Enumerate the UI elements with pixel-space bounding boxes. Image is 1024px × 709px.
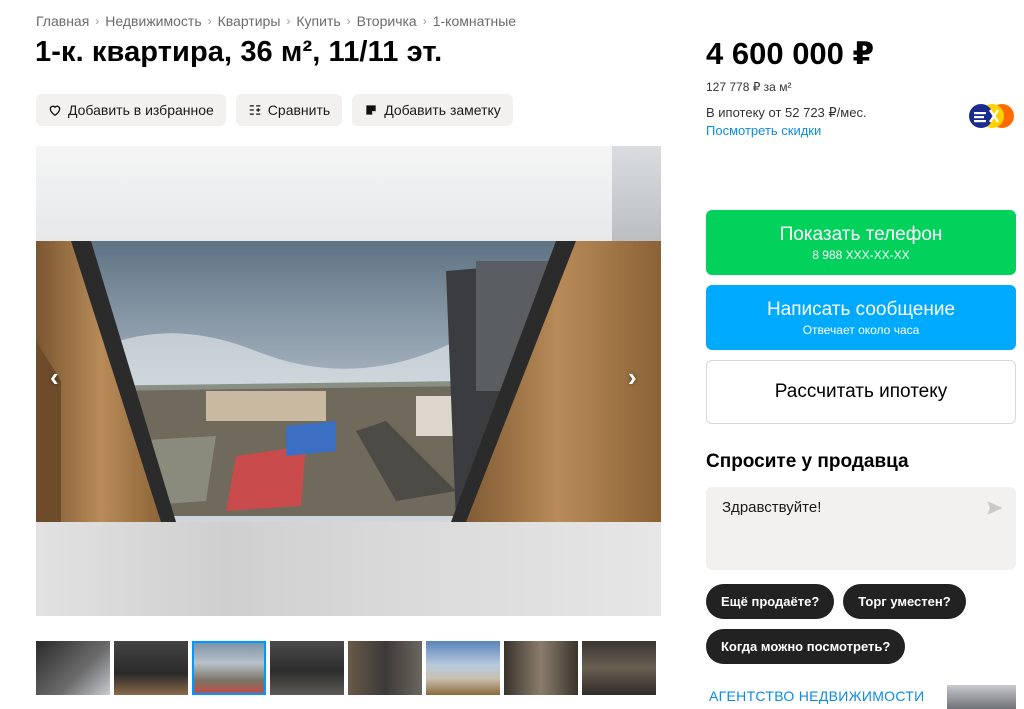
chevron-right-icon: ›	[207, 14, 212, 28]
compare-icon	[249, 105, 261, 115]
chevron-right-icon[interactable]: ›	[628, 362, 637, 393]
agency-name-link[interactable]: АГЕНТСТВО НЕДВИЖИМОСТИ	[709, 688, 925, 704]
breadcrumb-item[interactable]: Купить	[296, 13, 340, 29]
agency-avatar[interactable]	[947, 685, 1016, 709]
quick-questions: Ещё продаёте? Торг уместен? Когда можно …	[706, 584, 1018, 664]
send-icon[interactable]	[986, 499, 1004, 517]
thumbnail[interactable]	[348, 641, 422, 695]
thumbnail-strip	[36, 641, 656, 695]
quick-question-chip[interactable]: Торг уместен?	[843, 584, 966, 619]
breadcrumb-item[interactable]: Вторичка	[357, 13, 417, 29]
quick-question-chip[interactable]: Когда можно посмотреть?	[706, 629, 906, 664]
thumbnail[interactable]	[426, 641, 500, 695]
show-phone-label: Показать телефон	[779, 223, 943, 245]
seller-message-input[interactable]: Здравствуйте!	[706, 487, 1016, 570]
action-bar: Добавить в избранное Сравнить Добавить з…	[36, 94, 513, 126]
chevron-right-icon: ›	[95, 14, 100, 28]
thumbnail[interactable]	[582, 641, 656, 695]
chevron-right-icon: ›	[346, 14, 351, 28]
show-phone-button[interactable]: Показать телефон 8 988 XXX-XX-XX	[706, 210, 1016, 275]
breadcrumb: Главная › Недвижимость › Квартиры › Купить ›…	[36, 13, 516, 29]
thumbnail[interactable]	[114, 641, 188, 695]
phone-number: 8 988 XXX-XX-XX	[812, 247, 910, 262]
breadcrumb-item[interactable]: Главная	[36, 13, 89, 29]
thumbnail[interactable]	[192, 641, 266, 695]
blurred-photo-area	[36, 146, 612, 241]
response-time: Отвечает около часа	[802, 322, 920, 337]
price-total: 4 600 000 ₽	[706, 36, 875, 71]
message-text: Здравствуйте!	[722, 499, 822, 516]
breadcrumb-item[interactable]: Недвижимость	[105, 13, 201, 29]
note-icon	[366, 105, 376, 115]
breadcrumb-item[interactable]: 1-комнатные	[433, 13, 516, 29]
add-note-button[interactable]: Добавить заметку	[352, 94, 513, 126]
chevron-left-icon[interactable]: ‹	[50, 362, 59, 393]
chevron-right-icon: ›	[422, 14, 427, 28]
add-favorite-label: Добавить в избранное	[68, 102, 214, 118]
breadcrumb-item[interactable]: Квартиры	[218, 13, 281, 29]
heart-icon	[49, 105, 61, 117]
view-discounts-link[interactable]: Посмотреть скидки	[706, 123, 821, 138]
chevron-right-icon: ›	[286, 14, 291, 28]
bank-logo-icon[interactable]	[968, 103, 1016, 129]
thumbnail[interactable]	[36, 641, 110, 695]
thumbnail[interactable]	[270, 641, 344, 695]
calculate-mortgage-label: Рассчитать ипотеку	[774, 381, 948, 402]
compare-button[interactable]: Сравнить	[235, 94, 343, 126]
calculate-mortgage-button[interactable]: Рассчитать ипотеку	[706, 360, 1016, 424]
write-message-label: Написать сообщение	[766, 298, 956, 320]
thumbnail[interactable]	[504, 641, 578, 695]
compare-label: Сравнить	[267, 102, 331, 118]
price-per-m2: 127 778 ₽ за м²	[706, 80, 792, 94]
ask-seller-heading: Спросите у продавца	[706, 451, 909, 472]
add-note-label: Добавить заметку	[384, 102, 501, 118]
blurred-photo-area	[36, 522, 661, 616]
quick-question-chip[interactable]: Ещё продаёте?	[706, 584, 835, 619]
page-title: 1-к. квартира, 36 м², 11/11 эт.	[35, 36, 443, 68]
write-message-button[interactable]: Написать сообщение Отвечает около часа	[706, 285, 1016, 350]
mortgage-monthly: В ипотеку от 52 723 ₽/мес.	[706, 105, 867, 120]
main-photo	[36, 241, 661, 522]
photo-gallery[interactable]: ‹ ›	[36, 146, 661, 616]
add-favorite-button[interactable]: Добавить в избранное	[36, 94, 226, 126]
